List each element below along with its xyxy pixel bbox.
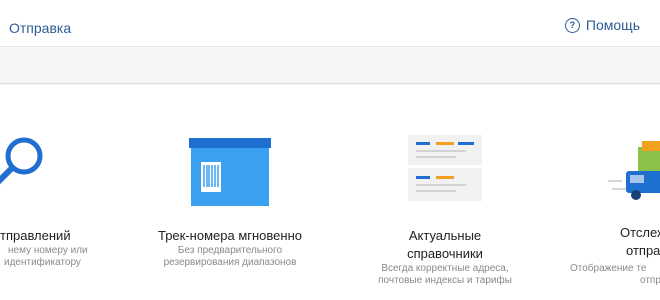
feature-tracking-numbers: Трек-номера мгновенно Без предварительно…	[130, 85, 330, 300]
features-section: тправлений нему номеру или идентификатор…	[0, 85, 660, 300]
top-bar: Отправка ? Помощь	[0, 0, 660, 47]
question-circle-icon: ?	[564, 17, 580, 33]
feature-title: Отслеж отправ	[620, 225, 660, 258]
feature-search: тправлений нему номеру или идентификатор…	[0, 85, 110, 300]
toolbar-band	[0, 48, 660, 84]
feature-title: Трек-номера мгновенно	[157, 228, 302, 243]
nav-link-shipping[interactable]: Отправка	[9, 20, 71, 36]
feature-description: нему номеру или идентификатору	[4, 245, 88, 268]
feature-directories: Актуальные справочники Всегда корректные…	[345, 85, 545, 300]
feature-description: Без предварительного резервирования диап…	[163, 245, 297, 268]
feature-title: Актуальные справочники	[407, 228, 483, 261]
feature-description: Отображение те отпра	[570, 263, 660, 286]
directory-list-icon	[408, 135, 482, 201]
barcode-box-icon	[189, 138, 271, 206]
feature-description: Всегда корректные адреса, почтовые индек…	[378, 263, 512, 286]
delivery-truck-icon	[608, 141, 660, 200]
help-button[interactable]: ? Помощь	[564, 17, 640, 33]
feature-shipment-tracking: Отслеж отправ Отображение те отпра	[560, 85, 660, 300]
help-label: Помощь	[585, 17, 640, 33]
feature-title: тправлений	[0, 228, 71, 243]
magnifier-icon	[0, 137, 43, 185]
